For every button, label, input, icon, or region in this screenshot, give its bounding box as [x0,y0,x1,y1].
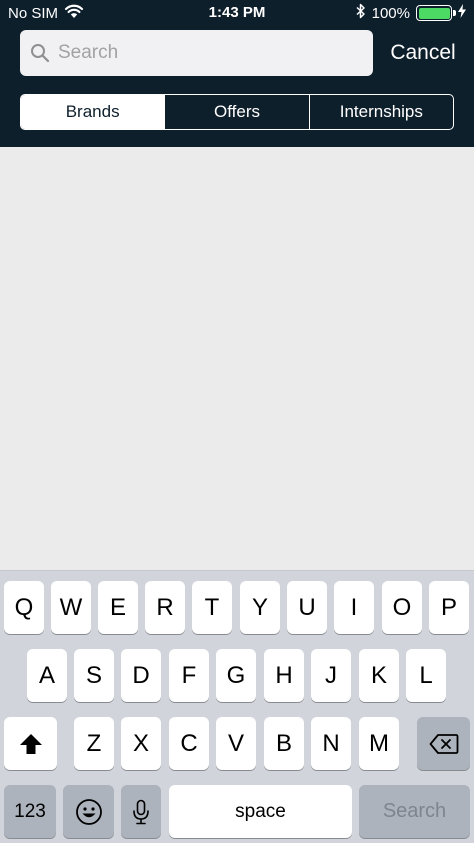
key-o[interactable]: O [382,581,422,634]
space-key[interactable]: space [169,785,352,838]
battery-icon [416,5,456,21]
key-y[interactable]: Y [240,581,280,634]
key-m[interactable]: M [359,717,399,770]
status-bar: No SIM 1:43 PM 100% [0,0,474,26]
status-right: 100% [356,3,466,23]
key-r[interactable]: R [145,581,185,634]
search-icon [31,44,50,63]
battery-tip [453,10,456,16]
search-key[interactable]: Search [359,785,470,838]
key-g[interactable]: G [216,649,256,702]
results-area [0,147,474,570]
shift-icon [19,733,42,754]
bluetooth-icon [356,3,366,23]
key-e[interactable]: E [98,581,138,634]
key-d[interactable]: D [121,649,161,702]
emoji-key[interactable] [63,785,114,838]
charging-icon [458,4,466,22]
key-c[interactable]: C [169,717,209,770]
cancel-button[interactable]: Cancel [383,38,463,68]
keyboard: Q W E R T Y U I O P A S D F G H J K L Z … [0,570,474,843]
header: No SIM 1:43 PM 100% Search Cancel Brands… [0,0,474,147]
segmented-control: Brands Offers Internships [20,94,454,130]
key-a[interactable]: A [27,649,67,702]
search-box[interactable] [20,30,373,76]
key-i[interactable]: I [334,581,374,634]
key-t[interactable]: T [192,581,232,634]
key-f[interactable]: F [169,649,209,702]
dictation-key[interactable] [121,785,161,838]
key-v[interactable]: V [216,717,256,770]
tab-offers[interactable]: Offers [164,95,308,129]
key-s[interactable]: S [74,649,114,702]
key-n[interactable]: N [311,717,351,770]
key-b[interactable]: B [264,717,304,770]
battery-fill [418,7,450,19]
key-h[interactable]: H [264,649,304,702]
key-w[interactable]: W [51,581,91,634]
numbers-key[interactable]: 123 [4,785,56,838]
key-u[interactable]: U [287,581,327,634]
key-q[interactable]: Q [4,581,44,634]
key-z[interactable]: Z [74,717,114,770]
tab-internships[interactable]: Internships [308,95,453,129]
delete-key[interactable] [417,717,470,770]
microphone-icon [133,799,149,824]
key-p[interactable]: P [429,581,469,634]
key-j[interactable]: J [311,649,351,702]
key-l[interactable]: L [406,649,446,702]
search-input[interactable] [58,42,358,64]
delete-icon [429,733,458,754]
shift-key[interactable] [4,717,57,770]
key-x[interactable]: X [121,717,161,770]
key-k[interactable]: K [359,649,399,702]
battery-percent: 100% [371,4,410,22]
emoji-icon [75,798,102,825]
tab-brands[interactable]: Brands [21,95,165,129]
